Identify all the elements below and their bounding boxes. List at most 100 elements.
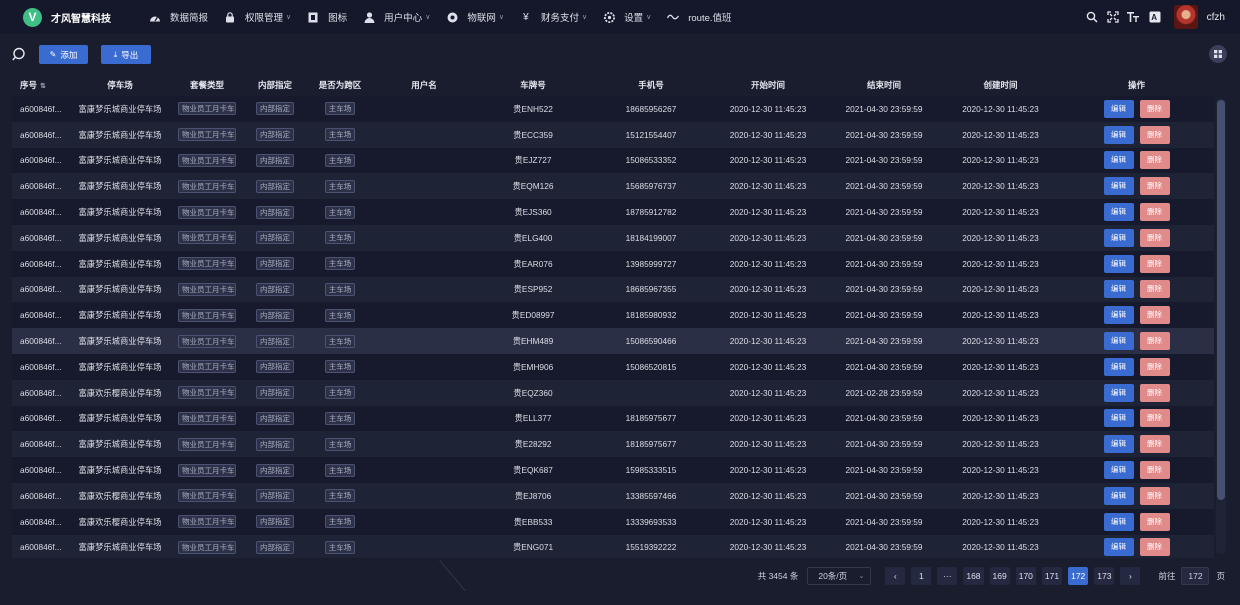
menu-item-4[interactable]: 用户中心 ∨ — [355, 0, 438, 34]
cell-plan: 物业员工月卡车 — [170, 121, 244, 148]
table-row[interactable]: a600846f... 富康梦乐城商业停车场 物业员工月卡车 内部指定 主车场 贵ELG4… — [12, 224, 1214, 251]
edit-button[interactable]: 编辑 — [1103, 461, 1134, 480]
edit-button[interactable]: 编辑 — [1103, 538, 1134, 557]
delete-button[interactable]: 删除 — [1139, 409, 1170, 428]
delete-button[interactable]: 删除 — [1139, 151, 1170, 170]
page-button[interactable]: 170 — [1015, 566, 1036, 585]
translate-icon[interactable]: A — [1148, 10, 1162, 24]
page-button[interactable]: 168 — [963, 566, 984, 585]
edit-button[interactable]: 编辑 — [1103, 383, 1134, 402]
delete-button[interactable]: 删除 — [1139, 203, 1170, 222]
cell-cross: 主车场 — [306, 508, 374, 535]
delete-button[interactable]: 删除 — [1139, 125, 1170, 144]
delete-button[interactable]: 删除 — [1139, 486, 1170, 505]
sort-icon[interactable]: ⇅ — [40, 83, 46, 90]
edit-button[interactable]: 编辑 — [1103, 280, 1134, 299]
edit-button[interactable]: 编辑 — [1103, 332, 1134, 351]
add-button[interactable]: ✎ 添加 — [39, 45, 88, 64]
delete-button[interactable]: 删除 — [1139, 461, 1170, 480]
delete-button[interactable]: 删除 — [1139, 99, 1170, 118]
export-button[interactable]: ⤓ 导出 — [101, 45, 151, 64]
table-row[interactable]: a600846f... 富康梦乐城商业停车场 物业员工月卡车 内部指定 主车场 贵EQM1… — [12, 173, 1214, 200]
table-row[interactable]: a600846f... 富康梦乐城商业停车场 物业员工月卡车 内部指定 主车场 贵ECC3… — [12, 121, 1214, 148]
page-button[interactable]: 169 — [989, 566, 1010, 585]
menu-item-8[interactable]: route.值班 — [659, 0, 739, 34]
edit-button[interactable]: 编辑 — [1103, 125, 1134, 144]
username[interactable]: cfzh — [1207, 12, 1225, 23]
parking-table: 序号 ⇅ 停车场 套餐类型 内部指定 是否为跨区 用户名 车牌号 手机号 开始时间 结束时间 创建时间… — [12, 73, 1214, 558]
column-settings-button[interactable] — [1209, 45, 1227, 63]
table-row[interactable]: a600846f... 富康梦乐城商业停车场 物业员工月卡车 内部指定 主车场 贵E282… — [12, 431, 1214, 458]
edit-button[interactable]: 编辑 — [1103, 409, 1134, 428]
scrollbar-thumb[interactable] — [1217, 100, 1225, 500]
page-button[interactable]: 172 — [1068, 566, 1089, 585]
edit-button[interactable]: 编辑 — [1103, 306, 1134, 325]
table-row[interactable]: a600846f... 富康梦乐城商业停车场 物业员工月卡车 内部指定 主车场 贵ELL3… — [12, 405, 1214, 432]
cell-cross: 主车场 — [306, 199, 374, 225]
delete-button[interactable]: 删除 — [1139, 306, 1170, 325]
table-row[interactable]: a600846f... 富康欢乐樱商业停车场 物业员工月卡车 内部指定 主车场 贵EBB5… — [12, 508, 1214, 535]
page-ellipsis[interactable]: ··· — [937, 566, 958, 585]
font-size-icon[interactable] — [1127, 10, 1141, 24]
edit-button[interactable]: 编辑 — [1103, 99, 1134, 118]
search-icon[interactable] — [1085, 10, 1099, 24]
table-row[interactable]: a600846f... 富康欢乐樱商业停车场 物业员工月卡车 内部指定 主车场 贵EJ87… — [12, 482, 1214, 509]
delete-button[interactable]: 删除 — [1139, 228, 1170, 247]
cell-start: 2020-12-30 11:45:23 — [710, 482, 826, 509]
table-row[interactable]: a600846f... 富康梦乐城商业停车场 物业员工月卡车 内部指定 主车场 贵EQK6… — [12, 457, 1214, 483]
delete-button[interactable]: 删除 — [1139, 435, 1170, 454]
page-button[interactable]: 171 — [1041, 566, 1063, 585]
search-toggle-icon[interactable] — [12, 47, 26, 61]
fullscreen-icon[interactable] — [1106, 10, 1120, 24]
page-button[interactable]: 1 — [911, 566, 932, 585]
table-row[interactable]: a600846f... 富康梦乐城商业停车场 物业员工月卡车 内部指定 主车场 贵ENG0… — [12, 534, 1214, 558]
page-size-select[interactable]: 20条/页 ⌄ — [807, 566, 872, 585]
delete-button[interactable]: 删除 — [1139, 357, 1170, 376]
edit-button[interactable]: 编辑 — [1103, 228, 1134, 247]
menu-item-1[interactable]: 数据简报 — [141, 0, 216, 34]
delete-button[interactable]: 删除 — [1139, 332, 1170, 351]
cell-user — [374, 96, 474, 122]
menu-item-2[interactable]: 权限管理 ∨ — [216, 0, 299, 34]
menu-item-3[interactable]: 图标 — [299, 0, 355, 34]
edit-button[interactable]: 编辑 — [1103, 486, 1134, 505]
menu-item-label: route.值班 — [688, 13, 732, 24]
edit-button[interactable]: 编辑 — [1103, 151, 1134, 170]
cell-plan: 物业员工月卡车 — [170, 276, 244, 303]
brand[interactable]: V 才风智慧科技 — [23, 7, 141, 27]
table-scrollbar[interactable] — [1216, 98, 1226, 554]
cell-phone: 18185975677 — [592, 405, 710, 432]
delete-button[interactable]: 删除 — [1139, 383, 1170, 402]
column-header[interactable]: 序号 ⇅ — [12, 73, 70, 96]
delete-button[interactable]: 删除 — [1139, 538, 1170, 557]
edit-button[interactable]: 编辑 — [1103, 254, 1134, 273]
delete-button[interactable]: 删除 — [1139, 512, 1170, 531]
edit-button[interactable]: 编辑 — [1103, 435, 1134, 454]
table-row[interactable]: a600846f... 富康梦乐城商业停车场 物业员工月卡车 内部指定 主车场 贵EAR0… — [12, 250, 1214, 277]
page-button[interactable]: 173 — [1094, 566, 1115, 585]
avatar[interactable] — [1173, 5, 1198, 29]
goto-page-input[interactable] — [1181, 566, 1210, 585]
prev-page-button[interactable]: ‹ — [885, 566, 906, 585]
menu-item-6[interactable]: ¥ 财务支付 ∨ — [512, 0, 595, 34]
table-row[interactable]: a600846f... 富康梦乐城商业停车场 物业员工月卡车 内部指定 主车场 贵EMH9… — [12, 353, 1214, 380]
next-page-button[interactable]: › — [1120, 566, 1141, 585]
table-row[interactable]: a600846f... 富康梦乐城商业停车场 物业员工月卡车 内部指定 主车场 贵ESP9… — [12, 276, 1214, 303]
table-row[interactable]: a600846f... 富康梦乐城商业停车场 物业员工月卡车 内部指定 主车场 贵EJZ7… — [12, 147, 1214, 174]
edit-button[interactable]: 编辑 — [1103, 203, 1134, 222]
edit-button[interactable]: 编辑 — [1103, 512, 1134, 531]
table-row[interactable]: a600846f... 富康欢乐樱商业停车场 物业员工月卡车 内部指定 主车场 贵EQZ3… — [12, 379, 1214, 406]
table-row[interactable]: a600846f... 富康梦乐城商业停车场 物业员工月卡车 内部指定 主车场 贵EJS3… — [12, 199, 1214, 225]
table-row[interactable]: a600846f... 富康梦乐城商业停车场 物业员工月卡车 内部指定 主车场 贵ED08… — [12, 302, 1214, 329]
delete-button[interactable]: 删除 — [1139, 254, 1170, 273]
edit-button[interactable]: 编辑 — [1103, 357, 1134, 376]
menu-item-7[interactable]: 设置 ∨ — [595, 0, 659, 34]
delete-button[interactable]: 删除 — [1139, 280, 1170, 299]
table-row[interactable]: a600846f... 富康梦乐城商业停车场 物业员工月卡车 内部指定 主车场 贵EHM4… — [12, 328, 1214, 354]
menu-item-5[interactable]: 物联网 ∨ — [438, 0, 512, 34]
table-row[interactable]: a600846f... 富康梦乐城商业停车场 物业员工月卡车 内部指定 主车场 贵ENH5… — [12, 96, 1214, 122]
internal-tag: 内部指定 — [256, 308, 294, 322]
delete-button[interactable]: 删除 — [1139, 177, 1170, 196]
edit-button[interactable]: 编辑 — [1103, 177, 1134, 196]
total-count: 共 3454 条 — [757, 570, 799, 581]
